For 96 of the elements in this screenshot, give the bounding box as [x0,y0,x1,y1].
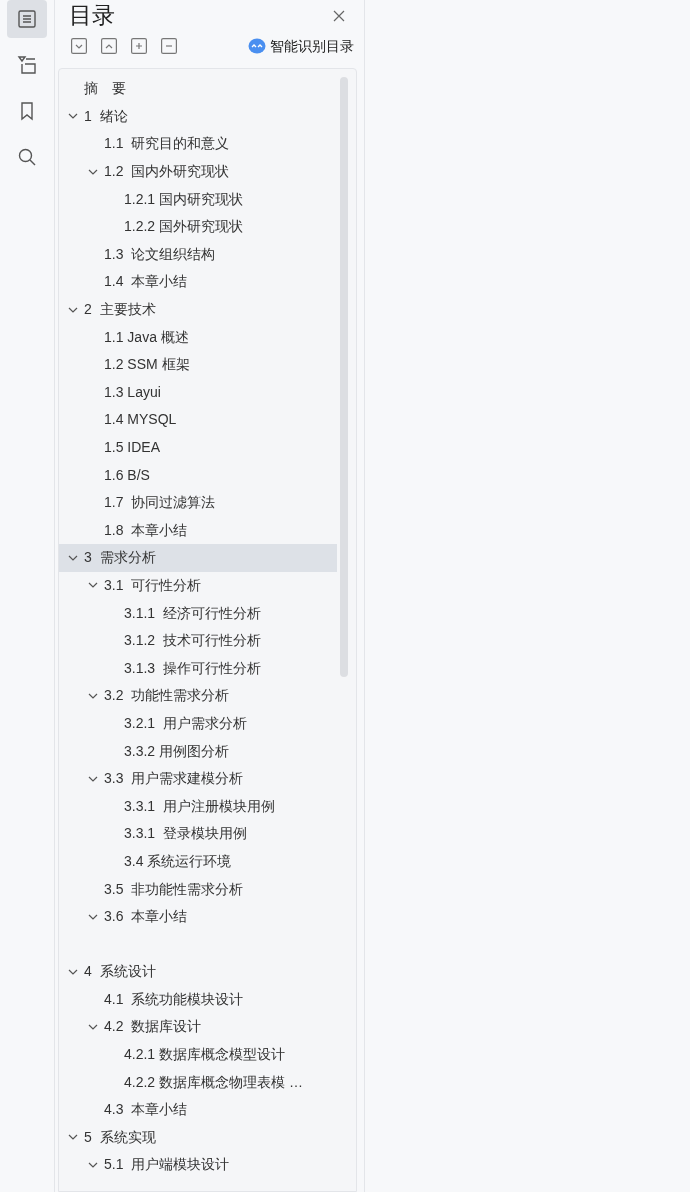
toc-label: 2 主要技术 [84,300,156,320]
toc-label: 4.3 本章小结 [104,1100,188,1120]
plus-icon [131,38,147,54]
toc-label: 3.1.2 技术可行性分析 [124,631,261,651]
toc-label: 3.1.3 操作可行性分析 [124,658,261,678]
toc-item[interactable]: 1.6 B/S [59,461,337,489]
toc-label: 1.4 本章小结 [104,272,188,292]
toc-label: 1.2 国内外研究现状 [104,162,230,182]
toc-item[interactable]: 1.5 IDEA [59,433,337,462]
toc-item[interactable]: 3.1.3 操作可行性分析 [59,654,337,683]
toc-item[interactable]: 2 主要技术 [59,295,337,324]
toc-label: 3.2.1 用户需求分析 [124,713,247,733]
smart-detect-button[interactable]: 智能识别目录 [248,35,354,57]
toc-label: 4.2.1 数据库概念模型设计 [124,1045,286,1065]
panel-title: 目录 [69,1,115,31]
toc-label: 3.3.1 登录模块用例 [124,824,247,844]
minus-icon [161,38,177,54]
chevron-down-icon [71,38,87,54]
toc-label: 1.5 IDEA [104,438,161,457]
toc-item[interactable]: 3.1 可行性分析 [59,571,337,600]
toc-label: 5.1 用户端模块设计 [104,1155,230,1175]
toc-label: 3.4 系统运行环境 [124,851,232,871]
toc-label: 1.2.2 国外研究现状 [124,217,244,237]
toc-item[interactable]: 3.1.1 经济可行性分析 [59,599,337,627]
chevron-up-button[interactable] [101,38,117,54]
toc-label: 3.1 可行性分析 [104,576,202,595]
toc-label: 1.8 本章小结 [104,520,188,540]
toc-item[interactable]: 5 系统实现 [59,1123,337,1152]
toc-label: 1.4 MYSQL [104,410,177,430]
toc-item[interactable]: 3.2 功能性需求分析 [59,682,337,710]
close-icon [332,8,346,23]
toc-item[interactable]: 1.1 研究目的和意义 [59,130,337,158]
toc-item[interactable]: 1.1 Java 概述 [59,323,337,351]
toc-item[interactable]: 3.1.2 技术可行性分析 [59,626,337,655]
outline-icon [16,54,38,76]
chevron-up-icon [101,38,117,54]
list-icon [16,8,38,30]
toc-item[interactable]: 1.4 本章小结 [59,268,337,296]
toc-label: 4.2.2 数据库概念物理表模 … [124,1072,303,1092]
toc-label: 1.2.1 国内研究现状 [124,189,244,209]
toc-item[interactable]: 4 系统设计 [59,958,337,986]
toc-item[interactable]: 1.3 论文组织结构 [59,240,337,269]
toc-item[interactable]: 4.2.1 数据库概念模型设计 [59,1040,337,1069]
toc-item[interactable]: 4.1 系统功能模块设计 [59,985,337,1014]
toc-label: 4.2 数据库设计 [104,1017,202,1037]
toc-item[interactable]: 1.2 SSM 框架 [59,350,337,379]
toc-item[interactable]: 4.2 数据库设计 [59,1013,337,1041]
toc-label: 3.3 用户需求建模分析 [104,769,244,789]
toc-item[interactable]: 4.2.2 数据库概念物理表模 … [59,1068,337,1096]
toc-label: 摘 要 [84,79,126,99]
toc-label: 1.7 协同过滤算法 [104,493,216,513]
toc-item[interactable]: 1 绪论 [59,102,337,131]
toc-label: 3.6 本章小结 [104,907,188,927]
toc-label: 1.6 B/S [104,465,150,485]
toc-item[interactable]: 3.3.1 登录模块用例 [59,820,337,848]
toc-label: 3.1.1 经济可行性分析 [124,603,261,623]
toc-label: 1.3 Layui [104,382,161,402]
toc-label: 3.3.2 用例图分析 [124,741,230,761]
toc-label: 4.1 系统功能模块设计 [104,989,244,1009]
toc-item[interactable]: 1.2.2 国外研究现状 [59,212,337,241]
toc-label: 3 需求分析 [84,548,156,568]
toc-item[interactable]: 3.4 系统运行环境 [59,847,337,876]
toc-label: 3.5 非功能性需求分析 [104,879,244,899]
toc-item[interactable]: 1.2 国内外研究现状 [59,157,337,186]
blob-icon [248,38,266,54]
plus-button[interactable] [131,38,147,54]
toc-item[interactable]: 3.5 非功能性需求分析 [59,875,337,903]
sidebar-tab[interactable] [7,0,47,38]
toc-item[interactable]: 1.4 MYSQL [59,406,337,434]
scrollbar-thumb[interactable] [340,77,348,677]
chevron-down-button[interactable] [71,38,87,54]
toc-label: 4 系统设计 [84,962,156,982]
toc-item[interactable]: 1.3 Layui [59,378,337,407]
close-button[interactable] [332,8,346,23]
toc-label: 3.2 功能性需求分析 [104,686,230,706]
toc-label: 1.1 研究目的和意义 [104,134,230,154]
toc-label: 1.2 SSM 框架 [104,355,190,375]
search-icon [16,146,38,168]
toc-label: 3.3.1 用户注册模块用例 [124,796,275,816]
toc-item[interactable]: 1.2.1 国内研究现状 [59,185,337,213]
toc-label: 5 系统实现 [84,1127,156,1147]
minus-button[interactable] [161,38,177,54]
toc-item[interactable]: 1.8 本章小结 [59,516,337,545]
toc-item[interactable]: 3.3 用户需求建模分析 [59,764,337,793]
toc-item[interactable]: 5.1 用户端模块设计 [59,1151,337,1179]
toc-item[interactable]: 3 需求分析 [59,544,337,572]
toc-item[interactable]: 3.6 本章小结 [59,902,337,931]
toc-label: 1 绪论 [84,106,128,126]
toc-item[interactable]: 1.7 协同过滤算法 [59,488,337,517]
toc-item[interactable]: 摘 要 [59,75,337,103]
toc-item[interactable]: 3.3.1 用户注册模块用例 [59,792,337,821]
toc-label: 1.1 Java 概述 [104,327,189,347]
toc-item[interactable]: 3.2.1 用户需求分析 [59,709,337,738]
toc-item[interactable]: 4.3 本章小结 [59,1095,337,1124]
toc-label: 1.3 论文组织结构 [104,244,216,264]
toc-item[interactable]: 3.3.2 用例图分析 [59,737,337,765]
